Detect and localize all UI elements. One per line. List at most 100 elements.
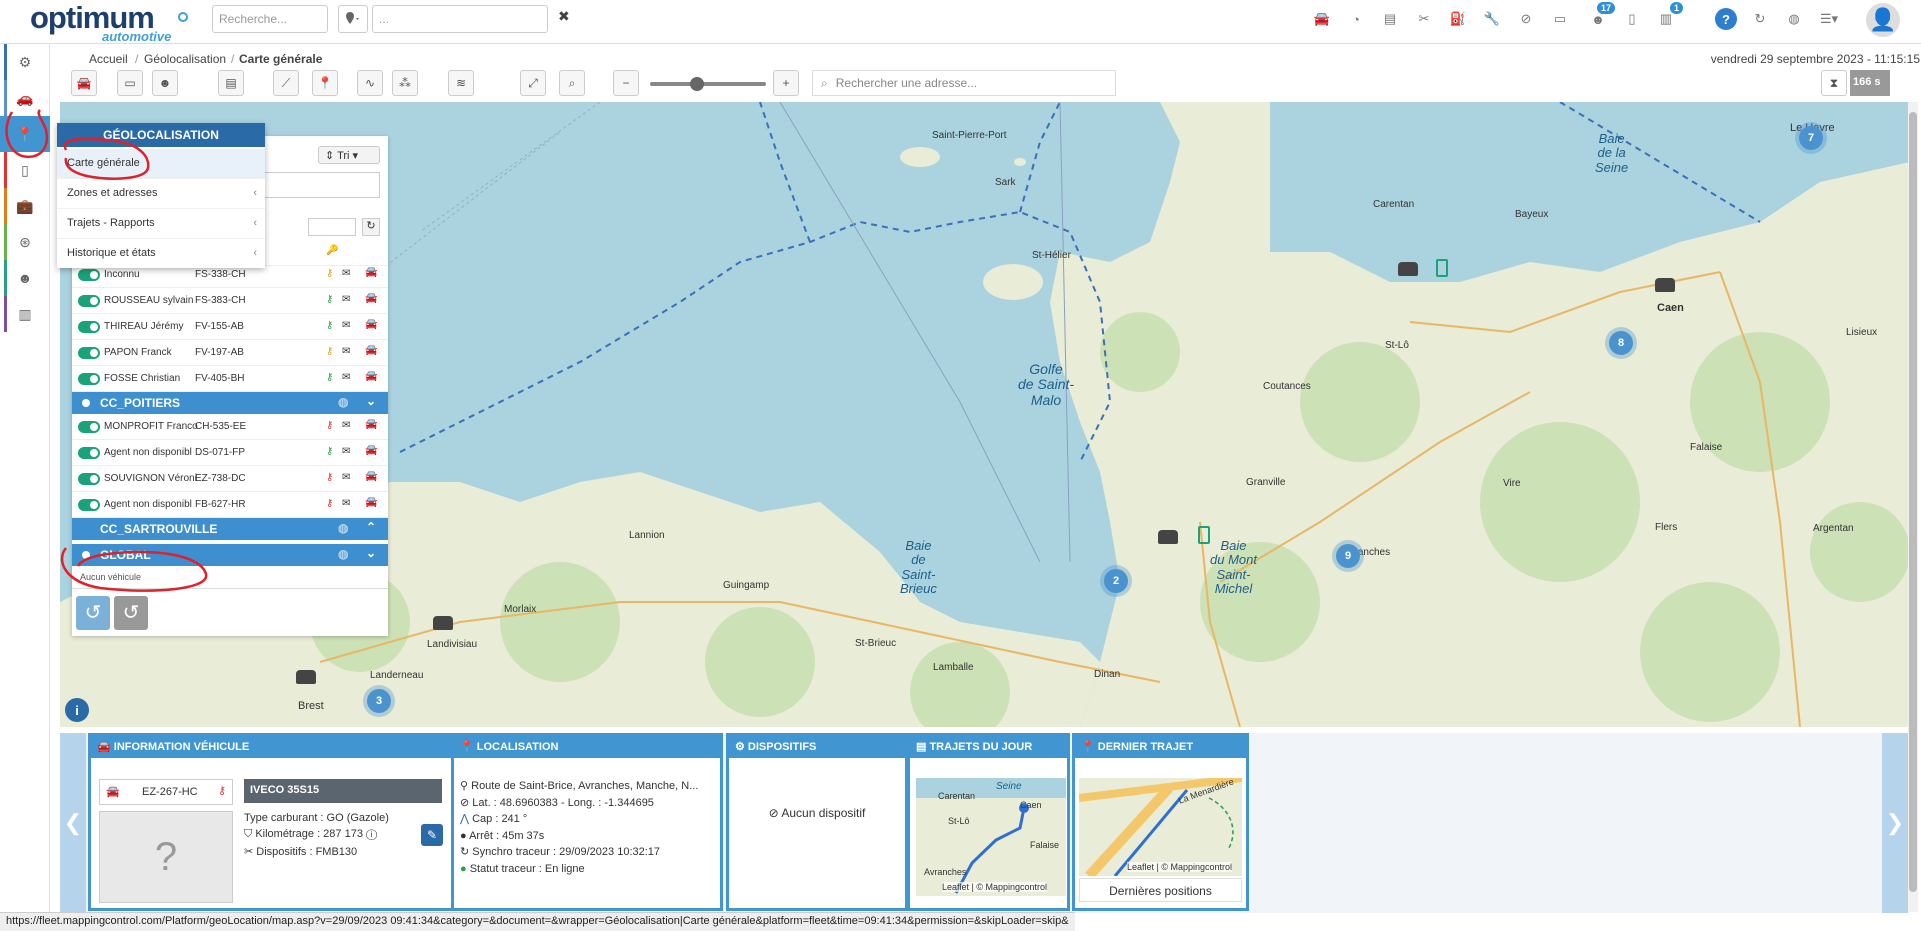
next-arrow-button[interactable]: ❯ xyxy=(1882,733,1908,913)
sort-button[interactable]: ⇕ Tri ▾ xyxy=(318,146,380,164)
mail-icon[interactable]: ✉ xyxy=(342,268,350,279)
car-icon[interactable]: 🚘 xyxy=(365,345,377,356)
car-icon[interactable]: 🚘 xyxy=(365,371,377,382)
mail-icon[interactable]: ✉ xyxy=(342,294,350,305)
group-header-global[interactable]: GLOBAL ◍ ⌄ xyxy=(72,544,388,566)
vehicle-row[interactable]: Agent non disponibl DS-071-FP ⚷ ✉ 🚘 xyxy=(72,440,388,466)
menu-item-carte-generale[interactable]: Carte générale xyxy=(57,149,265,179)
nav-mobile-icon[interactable]: ▯ xyxy=(0,152,50,188)
ruler-tool-icon[interactable]: ⟋ xyxy=(273,70,299,96)
car-icon[interactable]: 🚘 xyxy=(365,319,377,330)
chevron-down-icon[interactable]: ⌄ xyxy=(366,546,376,560)
refresh-icon[interactable]: ↻ xyxy=(1749,8,1771,30)
car-side-icon[interactable]: ▭ xyxy=(1549,8,1571,30)
breadcrumb-home[interactable]: Accueil xyxy=(89,52,128,66)
fullscreen-tool-icon[interactable]: ⤢ xyxy=(520,70,546,96)
globe-icon[interactable]: ◍ xyxy=(338,547,348,561)
zoom-slider[interactable] xyxy=(650,77,766,91)
toggle-switch[interactable] xyxy=(78,295,100,307)
car-icon[interactable]: 🚘 xyxy=(365,293,377,304)
prev-arrow-button[interactable]: ❮ xyxy=(60,733,86,913)
user-avatar-icon[interactable]: 👤 xyxy=(1866,3,1900,37)
vehicle-row[interactable]: SOUVIGNON Véroni EZ-738-DC ⚷ ✉ 🚘 xyxy=(72,466,388,492)
history-button[interactable]: ↺ xyxy=(114,596,148,630)
layers-tool-icon[interactable]: ≋ xyxy=(448,70,474,96)
vehicle-row[interactable]: FOSSE Christian FV-405-BH ⚷ ✉ 🚘 xyxy=(72,366,388,392)
document-notif-icon[interactable]: ▥ 1 xyxy=(1655,2,1683,30)
mail-icon[interactable]: ✉ xyxy=(342,372,350,383)
fuel-icon[interactable]: ⛽ xyxy=(1447,8,1469,30)
location-filter-button[interactable] xyxy=(338,5,368,33)
toggle-switch[interactable] xyxy=(78,473,100,485)
car-icon[interactable]: 🚘 xyxy=(365,497,377,508)
mail-icon[interactable]: ✉ xyxy=(342,446,350,457)
global-search-input[interactable]: Recherche... xyxy=(212,5,328,33)
group-header-poitiers[interactable]: CC_POITIERS ◍ ⌄ xyxy=(72,392,388,414)
mail-icon[interactable]: ✉ xyxy=(342,420,350,431)
vehicle-marker[interactable] xyxy=(296,670,316,684)
info-icon[interactable]: i xyxy=(65,698,89,722)
map-cluster[interactable]: 3 xyxy=(367,689,391,713)
toggle-switch[interactable] xyxy=(78,347,100,359)
toggle-switch[interactable] xyxy=(78,269,100,281)
tools-icon[interactable]: ✂ xyxy=(1413,8,1435,30)
zoom-in-icon[interactable]: + xyxy=(773,70,799,96)
chevron-down-icon[interactable]: ⌄ xyxy=(366,394,376,408)
location-search-input[interactable]: ... xyxy=(372,5,548,33)
nav-steering-icon[interactable]: ⊛ xyxy=(0,224,50,260)
nav-briefcase-icon[interactable]: 💼 xyxy=(0,188,50,224)
vehicle-row[interactable]: PAPON Franck FV-197-AB ⚷ ✉ 🚘 xyxy=(72,340,388,366)
book-icon[interactable]: ▤ xyxy=(1379,8,1401,30)
nav-geolocation-icon[interactable]: 📍 xyxy=(0,116,50,152)
map-cluster[interactable]: 7 xyxy=(1799,126,1823,150)
map-cluster[interactable]: 2 xyxy=(1104,569,1128,593)
panel-filter-select[interactable] xyxy=(308,218,356,236)
scrollbar[interactable] xyxy=(1908,102,1918,912)
zoom-slider-handle[interactable] xyxy=(690,77,704,91)
globe-icon[interactable]: ◍ xyxy=(1783,8,1805,30)
vehicle-marker[interactable] xyxy=(1398,262,1418,276)
toggle-switch[interactable] xyxy=(78,373,100,385)
hourglass-icon[interactable]: ⧗ xyxy=(1821,70,1847,96)
mail-icon[interactable]: ✉ xyxy=(342,472,350,483)
vehicle-row[interactable]: Agent non disponibl FB-627-HR ⚷ ✉ 🚘 xyxy=(72,492,388,518)
menu-icon[interactable]: ☰▾ xyxy=(1813,8,1845,30)
nav-documents-icon[interactable]: ▥ xyxy=(0,296,50,332)
car-icon[interactable]: 🚘 xyxy=(365,445,377,456)
address-search-input[interactable]: ⌕ Rechercher une adresse... xyxy=(812,70,1116,96)
vehicle-row[interactable]: THIREAU Jérémy FV-155-AB ⚷ ✉ 🚘 xyxy=(72,314,388,340)
vehicle-row[interactable]: ROUSSEAU sylvain FS-383-CH ⚷ ✉ 🚘 xyxy=(72,288,388,314)
phone-marker-icon[interactable] xyxy=(1436,259,1448,277)
driver-tool-icon[interactable]: ☻ xyxy=(152,70,178,96)
globe-icon[interactable]: ◍ xyxy=(338,521,348,535)
undo-button[interactable]: ↺ xyxy=(76,596,110,630)
zoom-area-tool-icon[interactable]: ⌕ xyxy=(559,70,585,96)
logo[interactable]: optimum automotive xyxy=(30,0,190,44)
toggle-switch[interactable] xyxy=(78,499,100,511)
map-attribution[interactable]: Leaflet | © Mappingcontrol xyxy=(942,882,1048,892)
group-header-sartrouville[interactable]: CC_SARTROUVILLE ◍ ⌃ xyxy=(72,518,388,540)
globe-icon[interactable]: ◍ xyxy=(338,395,348,409)
vehicle-marker[interactable] xyxy=(433,616,453,630)
menu-item-trajets[interactable]: Trajets - Rapports ‹ xyxy=(57,209,265,239)
speedometer-icon[interactable]: ◔ xyxy=(1345,8,1367,30)
bus-tool-icon[interactable]: ▭ xyxy=(117,70,143,96)
map-cluster[interactable]: 9 xyxy=(1336,544,1360,568)
menu-item-zones[interactable]: Zones et adresses ‹ xyxy=(57,179,265,209)
nav-settings-icon[interactable]: ⚙ xyxy=(0,44,50,80)
help-icon[interactable]: ? xyxy=(1715,8,1737,30)
marker-tool-icon[interactable]: 📍 xyxy=(312,70,338,96)
menu-item-historique[interactable]: Historique et états ‹ xyxy=(57,239,265,269)
map-attribution[interactable]: Leaflet | © Mappingcontrol xyxy=(1127,862,1233,872)
vehicles-tool-icon[interactable]: 🚘 xyxy=(71,70,97,96)
vehicle-marker[interactable] xyxy=(1655,278,1675,292)
mobile-icon[interactable]: ▯ xyxy=(1621,8,1643,30)
last-positions-button[interactable]: Dernières positions xyxy=(1079,878,1242,902)
toggle-switch[interactable] xyxy=(78,447,100,459)
mail-icon[interactable]: ✉ xyxy=(342,320,350,331)
phone-marker-icon[interactable] xyxy=(1198,526,1210,544)
vehicle-marker[interactable] xyxy=(1158,530,1178,544)
clear-search-icon[interactable]: ✖ xyxy=(558,8,570,25)
toggle-switch[interactable] xyxy=(78,321,100,333)
route-tool-icon[interactable]: ∿ xyxy=(357,70,383,96)
